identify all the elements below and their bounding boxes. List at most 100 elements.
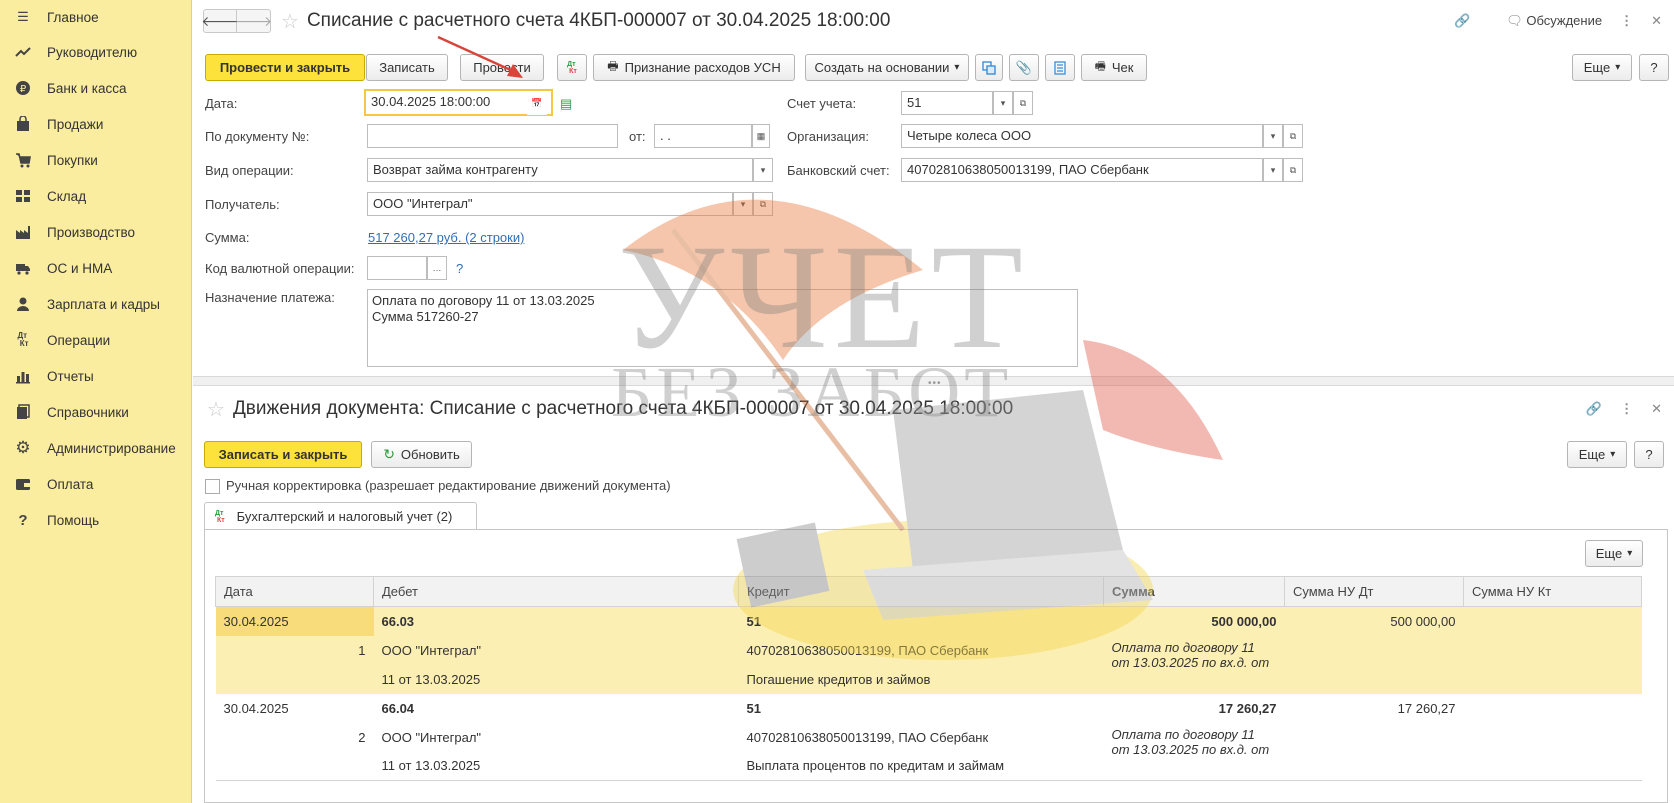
- currency-op-input[interactable]: [367, 256, 427, 280]
- col-debit[interactable]: Дебет: [373, 576, 739, 607]
- sidebar-item-reports[interactable]: Отчеты: [0, 358, 191, 394]
- sidebar-item-operations[interactable]: Дт Кт Операции: [0, 322, 191, 358]
- cell-row-number: 1: [215, 635, 374, 665]
- document-title-row: 🡐 🡒 ☆ Списание с расчетного счета 4КБП-0…: [201, 8, 1674, 34]
- cash-register-icon: 🖷: [1094, 59, 1106, 73]
- movements-window: ☆ Движения документа: Списание с расчетн…: [193, 386, 1674, 803]
- structure-icon[interactable]: [975, 54, 1003, 81]
- open-icon[interactable]: ⧉: [1283, 158, 1303, 182]
- receipt-button[interactable]: 🖷 Чек: [1081, 54, 1147, 81]
- currency-help-link[interactable]: ?: [456, 261, 463, 276]
- sidebar-item-catalogs[interactable]: Справочники: [0, 394, 191, 430]
- sidebar-item-purchases[interactable]: Покупки: [0, 142, 191, 178]
- sidebar-item-manager[interactable]: Руководителю: [0, 34, 191, 70]
- calendar-check-icon[interactable]: ▤: [560, 96, 572, 112]
- chevron-down-icon[interactable]: ▾: [1263, 124, 1283, 148]
- from-date-input[interactable]: . .: [654, 124, 752, 148]
- recipient-input[interactable]: ООО "Интеграл": [367, 192, 733, 216]
- chevron-down-icon[interactable]: ▾: [733, 192, 753, 216]
- col-sum-nu-dt[interactable]: Сумма НУ Дт: [1284, 576, 1464, 607]
- table-row[interactable]: 30.04.2025 66.03 51 500 000,00 500 000,0…: [215, 606, 1642, 636]
- sum-link[interactable]: 517 260,27 руб. (2 строки): [368, 230, 524, 245]
- document-list-icon[interactable]: [1045, 54, 1075, 81]
- more-vert-icon[interactable]: ⋮: [1620, 401, 1633, 417]
- chevron-down-icon[interactable]: ▾: [1263, 158, 1283, 182]
- open-icon[interactable]: ⧉: [753, 192, 773, 216]
- dt-kt-report-button[interactable]: Дт Кт: [557, 54, 587, 81]
- sidebar-item-help[interactable]: ? Помощь: [0, 502, 191, 538]
- table-row[interactable]: 30.04.2025 66.04 51 17 260,27 17 260,27: [216, 694, 1642, 723]
- manual-correction-checkbox[interactable]: [205, 479, 220, 494]
- tab-accounting[interactable]: Дт Кт Бухгалтерский и налоговый учет (2): [204, 502, 477, 530]
- col-credit[interactable]: Кредит: [738, 576, 1104, 607]
- more-vert-icon[interactable]: ⋮: [1620, 13, 1633, 29]
- col-sum-nu-kt[interactable]: Сумма НУ Кт: [1463, 576, 1642, 607]
- cell-note: Оплата по договору 11 от 13.03.2025 по в…: [1111, 726, 1270, 757]
- calendar-icon[interactable]: ▦: [752, 124, 770, 148]
- post-and-close-button[interactable]: Провести и закрыть: [205, 54, 365, 81]
- close-icon[interactable]: ✕: [1651, 13, 1662, 29]
- sidebar-item-sales[interactable]: Продажи: [0, 106, 191, 142]
- document-toolbar: Провести и закрыть Записать Провести Дт …: [205, 54, 1674, 82]
- cell-sum: 17 260,27: [1218, 700, 1277, 716]
- sidebar-item-payment[interactable]: Оплата: [0, 466, 191, 502]
- save-button[interactable]: Записать: [366, 54, 448, 81]
- doc-number-input[interactable]: [367, 124, 618, 148]
- select-ellipsis-button[interactable]: …: [427, 256, 447, 280]
- sidebar-item-warehouse[interactable]: Склад: [0, 178, 191, 214]
- sidebar-item-salary[interactable]: Зарплата и кадры: [0, 286, 191, 322]
- person-icon: [14, 295, 32, 313]
- forward-button[interactable]: 🡒: [235, 9, 272, 33]
- col-sum[interactable]: Сумма: [1103, 576, 1285, 607]
- back-button[interactable]: 🡐: [201, 9, 239, 33]
- organization-label: Организация:: [787, 129, 870, 144]
- window-splitter[interactable]: •••: [193, 376, 1674, 389]
- sidebar: ☰ Главное Руководителю ₽ Банк и касса Прод…: [0, 0, 192, 803]
- calendar-icon[interactable]: 📅: [527, 91, 547, 115]
- operation-type-select[interactable]: Возврат займа контрагенту: [367, 158, 753, 182]
- organization-input[interactable]: Четыре колеса ООО: [901, 124, 1263, 148]
- sidebar-item-production[interactable]: Производство: [0, 214, 191, 250]
- purpose-textarea[interactable]: Оплата по договору 11 от 13.03.2025 Сумм…: [367, 289, 1078, 367]
- cell-sum: 500 000,00: [1103, 606, 1285, 636]
- chevron-down-icon[interactable]: ▾: [993, 91, 1013, 115]
- movements-table: Дата Дебет Кредит Сумма Сумма НУ Дт Сумм…: [215, 576, 1642, 781]
- open-icon[interactable]: ⧉: [1283, 124, 1303, 148]
- attachment-icon[interactable]: 📎: [1009, 54, 1039, 81]
- more-button[interactable]: Еще: [1567, 441, 1627, 468]
- more-button[interactable]: Еще: [1572, 54, 1632, 81]
- link-icon[interactable]: 🔗: [1586, 401, 1602, 417]
- post-button[interactable]: Провести: [460, 54, 544, 81]
- save-and-close-button[interactable]: Записать и закрыть: [204, 441, 362, 468]
- favorite-star-icon[interactable]: ☆: [207, 397, 225, 422]
- open-icon[interactable]: ⧉: [1013, 91, 1033, 115]
- table-row-sub[interactable]: 2 ООО "Интеграл" 40702810638050013199, П…: [216, 723, 1642, 757]
- account-input[interactable]: 51: [901, 91, 993, 115]
- sidebar-item-bank[interactable]: ₽ Банк и касса: [0, 70, 191, 106]
- col-date[interactable]: Дата: [215, 576, 374, 607]
- from-date-label: от:: [629, 129, 646, 144]
- refresh-button[interactable]: ↻ Обновить: [371, 441, 472, 468]
- cell-credit: 51: [738, 606, 1104, 636]
- usn-expenses-button[interactable]: 🖶 Признание расходов УСН: [593, 54, 795, 81]
- help-button[interactable]: ?: [1634, 441, 1664, 468]
- create-based-on-button[interactable]: Создать на основании: [805, 54, 969, 81]
- coin-icon: ₽: [14, 79, 32, 97]
- discussion-button[interactable]: 🗨 Обсуждение: [1488, 13, 1602, 29]
- link-icon[interactable]: 🔗: [1454, 13, 1470, 29]
- sidebar-item-admin[interactable]: ⚙ Администрирование: [0, 430, 191, 466]
- close-icon[interactable]: ✕: [1651, 401, 1662, 417]
- table-row-sub[interactable]: 1 ООО "Интеграл" 40702810638050013199, П…: [215, 635, 1642, 694]
- purpose-label: Назначение платежа:: [205, 290, 335, 305]
- bank-account-input[interactable]: 40702810638050013199, ПАО Сбербанк: [901, 158, 1263, 182]
- sidebar-item-main[interactable]: ☰ Главное: [0, 0, 191, 34]
- chevron-down-icon[interactable]: ▾: [753, 158, 773, 182]
- help-button[interactable]: ?: [1639, 54, 1669, 81]
- sidebar-item-assets[interactable]: ОС и НМА: [0, 250, 191, 286]
- grid-more-button[interactable]: Еще: [1585, 540, 1643, 567]
- favorite-star-icon[interactable]: ☆: [281, 9, 299, 34]
- date-input[interactable]: 30.04.2025 18:00:00: [364, 89, 553, 116]
- cell-row-number: 2: [358, 729, 366, 745]
- cell-sum-nu-dt: 17 260,27: [1397, 700, 1456, 716]
- cell-note: Оплата по договору 11 от 13.03.2025 по в…: [1103, 635, 1285, 694]
